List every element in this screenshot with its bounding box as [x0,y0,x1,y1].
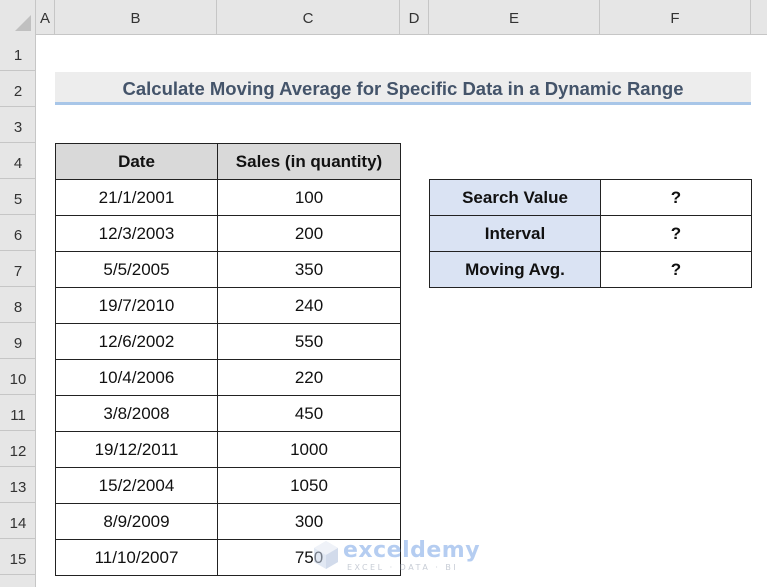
table-row: 19/12/2011 1000 [55,431,401,468]
date-cell[interactable]: 21/1/2001 [55,179,218,216]
sales-cell[interactable]: 1000 [217,431,401,468]
column-header-e[interactable]: E [429,0,600,35]
sales-cell[interactable]: 450 [217,395,401,432]
row-header-8[interactable]: 8 [0,287,36,323]
date-cell[interactable]: 12/3/2003 [55,215,218,252]
lookup-row-interval: Interval ? [429,215,752,252]
date-cell[interactable]: 15/2/2004 [55,467,218,504]
date-cell[interactable]: 10/4/2006 [55,359,218,396]
table-row: 19/7/2010 240 [55,287,401,324]
table-row: 12/3/2003 200 [55,215,401,252]
date-cell[interactable]: 19/12/2011 [55,431,218,468]
column-header-f[interactable]: F [600,0,751,35]
row-header-12[interactable]: 12 [0,431,36,467]
row-header-9[interactable]: 9 [0,323,36,359]
sales-cell[interactable]: 750 [217,539,401,576]
row-header-13[interactable]: 13 [0,467,36,503]
lookup-row-moving-avg: Moving Avg. ? [429,251,752,288]
date-cell[interactable]: 11/10/2007 [55,539,218,576]
interval-label[interactable]: Interval [429,215,601,252]
column-header-c[interactable]: C [217,0,400,35]
header-date[interactable]: Date [55,143,218,180]
interval-cell[interactable]: ? [600,215,752,252]
select-all-button[interactable] [0,0,36,35]
row-header-7[interactable]: 7 [0,251,36,287]
column-header-a[interactable]: A [36,0,55,35]
row-header-11[interactable]: 11 [0,395,36,431]
table-row: 3/8/2008 450 [55,395,401,432]
lookup-row-search-value: Search Value ? [429,179,752,216]
column-header-b[interactable]: B [55,0,217,35]
moving-avg-cell[interactable]: ? [600,251,752,288]
table-row: 5/5/2005 350 [55,251,401,288]
table-header-row: Date Sales (in quantity) [55,143,401,180]
date-cell[interactable]: 19/7/2010 [55,287,218,324]
date-cell[interactable]: 8/9/2009 [55,503,218,540]
header-sales[interactable]: Sales (in quantity) [217,143,401,180]
select-all-icon [15,15,31,31]
row-header-bar: 1 2 3 4 5 6 7 8 9 10 11 12 13 14 15 [0,35,36,587]
search-value-label[interactable]: Search Value [429,179,601,216]
row-header-10[interactable]: 10 [0,359,36,395]
table-row: 21/1/2001 100 [55,179,401,216]
date-cell[interactable]: 5/5/2005 [55,251,218,288]
column-header-d[interactable]: D [400,0,429,35]
date-cell[interactable]: 3/8/2008 [55,395,218,432]
sales-cell[interactable]: 350 [217,251,401,288]
table-row: 11/10/2007 750 [55,539,401,576]
row-header-2[interactable]: 2 [0,71,36,107]
row-header-14[interactable]: 14 [0,503,36,539]
sheet-title[interactable]: Calculate Moving Average for Specific Da… [55,72,751,105]
table-row: 15/2/2004 1050 [55,467,401,504]
table-row: 10/4/2006 220 [55,359,401,396]
row-header-15[interactable]: 15 [0,539,36,575]
row-header-4[interactable]: 4 [0,143,36,179]
sales-cell[interactable]: 240 [217,287,401,324]
row-header-1[interactable]: 1 [0,35,36,71]
sales-cell[interactable]: 200 [217,215,401,252]
spreadsheet: A B C D E F 1 2 3 4 5 6 7 8 9 10 11 12 1… [0,0,767,587]
sales-data-table: Date Sales (in quantity) 21/1/2001 100 12… [55,143,401,576]
row-header-5[interactable]: 5 [0,179,36,215]
table-row: 12/6/2002 550 [55,323,401,360]
moving-avg-label[interactable]: Moving Avg. [429,251,601,288]
row-header-6[interactable]: 6 [0,215,36,251]
table-row: 8/9/2009 300 [55,503,401,540]
search-value-cell[interactable]: ? [600,179,752,216]
sales-cell[interactable]: 550 [217,323,401,360]
date-cell[interactable]: 12/6/2002 [55,323,218,360]
sales-cell[interactable]: 300 [217,503,401,540]
column-header-bar: A B C D E F [0,0,767,35]
moving-average-lookup-table: Search Value ? Interval ? Moving Avg. ? [429,179,752,288]
sales-cell[interactable]: 1050 [217,467,401,504]
row-header-3[interactable]: 3 [0,107,36,143]
sales-cell[interactable]: 220 [217,359,401,396]
sales-cell[interactable]: 100 [217,179,401,216]
